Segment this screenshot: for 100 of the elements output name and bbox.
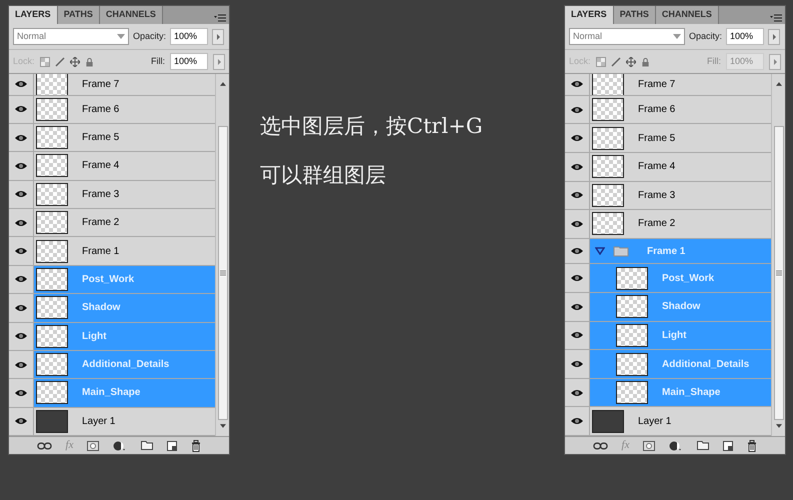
eye-icon[interactable] bbox=[570, 190, 584, 200]
move-icon[interactable] bbox=[626, 56, 636, 66]
padlock-icon[interactable] bbox=[84, 56, 94, 66]
eye-icon[interactable] bbox=[570, 218, 584, 229]
eye-icon[interactable] bbox=[570, 359, 584, 370]
layer-thumbnail bbox=[616, 352, 648, 376]
layer-name: Frame 3 bbox=[638, 188, 676, 203]
folder-icon[interactable] bbox=[141, 441, 154, 450]
brush-icon[interactable] bbox=[54, 56, 65, 66]
layer-thumbnail bbox=[592, 212, 624, 236]
caption-text: 可以群组图层 bbox=[260, 162, 387, 188]
layer-thumbnail bbox=[616, 381, 648, 404]
scrollbar-thumb[interactable] bbox=[774, 126, 784, 420]
fill-label: Fill: bbox=[151, 54, 165, 68]
layer-thumbnail bbox=[592, 74, 624, 95]
layer-thumbnail bbox=[36, 211, 68, 234]
opacity-label: Opacity: bbox=[133, 30, 166, 43]
folder-icon[interactable] bbox=[697, 441, 710, 450]
eye-icon[interactable] bbox=[570, 104, 584, 114]
layer-name: Frame 6 bbox=[638, 103, 676, 117]
move-icon[interactable] bbox=[70, 56, 80, 66]
eye-icon[interactable] bbox=[14, 331, 28, 342]
layer-name: Light bbox=[662, 328, 686, 343]
checkerboard-icon[interactable] bbox=[596, 56, 606, 66]
new-layer-icon[interactable] bbox=[167, 440, 178, 450]
opacity-field[interactable]: 100% bbox=[726, 28, 764, 45]
layer-name: Frame 1 bbox=[647, 244, 686, 259]
eye-icon[interactable] bbox=[14, 360, 28, 370]
eye-icon[interactable] bbox=[14, 189, 28, 200]
adjustment-icon[interactable] bbox=[669, 440, 684, 450]
layer-name: Post_Work bbox=[662, 272, 714, 286]
layer-name: Frame 5 bbox=[638, 132, 676, 146]
dropdown-arrow-icon[interactable] bbox=[673, 34, 681, 39]
mask-icon[interactable] bbox=[643, 440, 656, 450]
adjustment-icon[interactable] bbox=[113, 440, 128, 450]
layer-name: Layer 1 bbox=[638, 414, 672, 429]
layer-name: Additional_Details bbox=[662, 358, 750, 372]
opacity-field[interactable]: 100% bbox=[170, 28, 208, 45]
fill-field[interactable]: 100% bbox=[170, 53, 208, 70]
layer-name: Main_Shape bbox=[662, 386, 720, 400]
opacity-label: Opacity: bbox=[689, 30, 722, 43]
fill-label: Fill: bbox=[707, 54, 721, 68]
dropdown-arrow-icon[interactable] bbox=[117, 34, 125, 39]
checkerboard-icon[interactable] bbox=[40, 56, 50, 66]
layer-name: Frame 5 bbox=[82, 131, 120, 146]
panel-tab[interactable]: CHANNELS bbox=[100, 6, 163, 24]
panel-tab[interactable]: PATHS bbox=[58, 6, 100, 24]
link-icon[interactable] bbox=[592, 442, 608, 450]
brush-icon[interactable] bbox=[610, 56, 621, 66]
layer-thumbnail bbox=[36, 353, 68, 376]
eye-icon[interactable] bbox=[570, 330, 584, 340]
eye-icon[interactable] bbox=[570, 273, 584, 284]
panel-tab[interactable]: LAYERS bbox=[9, 6, 58, 24]
eye-icon[interactable] bbox=[14, 302, 28, 313]
layer-thumbnail bbox=[36, 324, 68, 348]
panel-tab[interactable]: CHANNELS bbox=[656, 6, 719, 24]
eye-icon[interactable] bbox=[570, 162, 584, 172]
eye-icon[interactable] bbox=[14, 160, 28, 171]
layer-name: Frame 1 bbox=[82, 244, 120, 259]
panel-tab[interactable]: PATHS bbox=[614, 6, 656, 24]
eye-icon[interactable] bbox=[14, 79, 28, 90]
eye-icon[interactable] bbox=[570, 246, 584, 256]
layer-name: Frame 4 bbox=[82, 159, 120, 174]
blend-mode-dropdown[interactable]: Normal bbox=[13, 28, 129, 45]
eye-icon[interactable] bbox=[14, 132, 28, 143]
eye-icon[interactable] bbox=[570, 79, 584, 90]
eye-icon[interactable] bbox=[14, 104, 28, 114]
layer-thumbnail bbox=[36, 268, 68, 291]
layer-thumbnail bbox=[592, 410, 624, 433]
eye-icon[interactable] bbox=[570, 416, 584, 426]
padlock-icon[interactable] bbox=[640, 56, 650, 66]
link-icon[interactable] bbox=[36, 442, 52, 450]
layer-name: Frame 7 bbox=[638, 78, 676, 92]
trash-icon[interactable] bbox=[747, 440, 758, 452]
blend-mode-dropdown[interactable]: Normal bbox=[569, 28, 685, 45]
expand-triangle-icon[interactable] bbox=[595, 247, 605, 256]
layer-name: Light bbox=[82, 330, 106, 344]
eye-icon[interactable] bbox=[570, 133, 584, 144]
new-layer-icon[interactable] bbox=[723, 440, 734, 450]
layer-thumbnail bbox=[36, 296, 68, 320]
eye-icon[interactable] bbox=[570, 302, 584, 312]
layer-name: Frame 3 bbox=[82, 188, 120, 202]
layer-thumbnail bbox=[592, 126, 624, 150]
eye-icon[interactable] bbox=[14, 388, 28, 398]
mask-icon[interactable] bbox=[87, 440, 100, 450]
eye-icon[interactable] bbox=[14, 218, 28, 228]
eye-icon[interactable] bbox=[14, 274, 28, 284]
layer-name: Shadow bbox=[662, 300, 700, 314]
eye-icon[interactable] bbox=[570, 388, 584, 398]
layer-thumbnail bbox=[592, 184, 624, 207]
layer-thumbnail bbox=[36, 74, 68, 95]
trash-icon[interactable] bbox=[191, 440, 202, 452]
panel-tab[interactable]: LAYERS bbox=[565, 6, 614, 24]
layer-thumbnail bbox=[616, 295, 648, 318]
layer-thumbnail bbox=[592, 98, 624, 121]
eye-icon[interactable] bbox=[14, 246, 28, 256]
layer-name: Shadow bbox=[82, 301, 120, 316]
layer-thumbnail bbox=[592, 155, 624, 178]
scrollbar-thumb[interactable] bbox=[218, 126, 228, 420]
eye-icon[interactable] bbox=[14, 416, 28, 426]
